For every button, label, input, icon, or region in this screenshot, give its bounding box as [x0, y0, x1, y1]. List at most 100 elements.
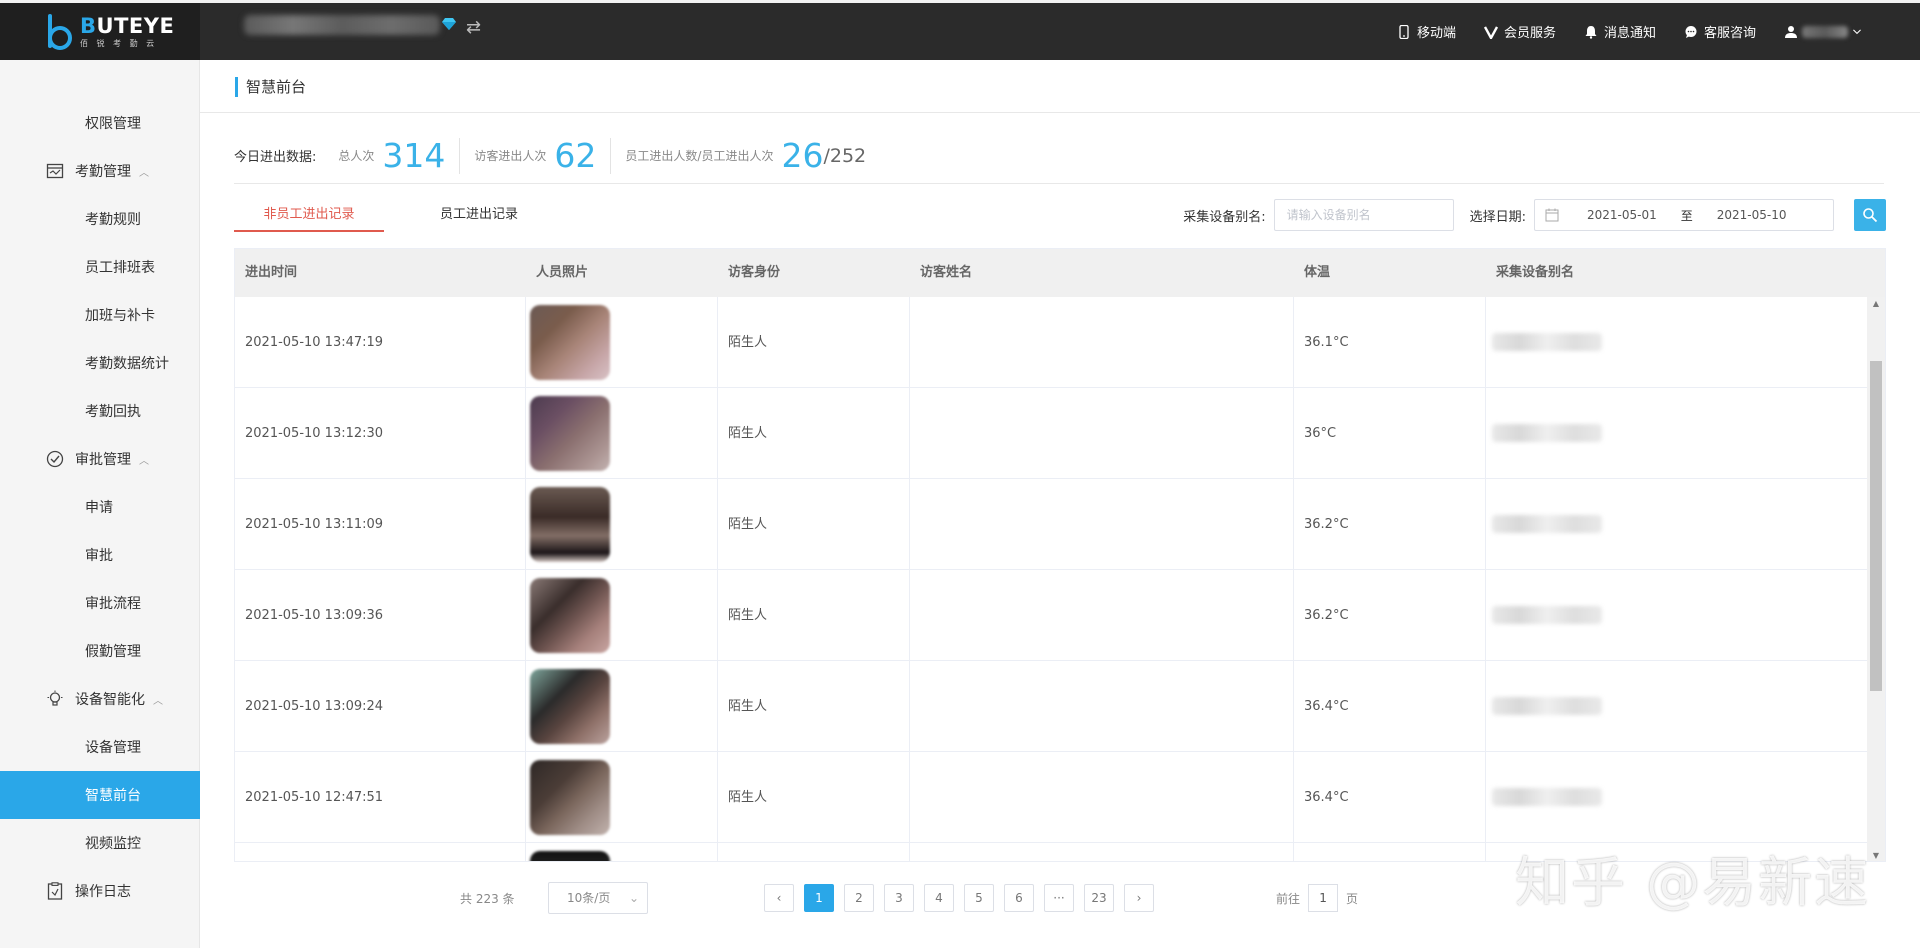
col-temperature: 体温 — [1304, 265, 1331, 280]
next-page-button[interactable]: › — [1124, 884, 1154, 912]
chevron-up-icon: ︿ — [153, 695, 163, 707]
prev-page-button[interactable]: ‹ — [764, 884, 794, 912]
sidebar-item-video-monitor[interactable]: 视频监控 — [0, 819, 200, 867]
goto-page-input[interactable]: 1 — [1308, 884, 1339, 912]
sidebar-item-device-management[interactable]: 设备管理 — [0, 723, 200, 771]
page-header: 智慧前台 — [200, 60, 1920, 113]
table-row[interactable]: 2021-05-10 13:47:19 陌生人 36.1°C — [235, 297, 1869, 388]
calendar-icon — [1545, 208, 1559, 222]
mobile-icon — [1399, 24, 1409, 39]
device-alias-redacted — [1492, 697, 1602, 715]
sidebar-group-logs[interactable]: 操作日志 — [0, 867, 200, 915]
page-button[interactable]: 4 — [924, 884, 954, 912]
sidebar-item-permissions[interactable]: 权限管理 — [0, 99, 200, 147]
device-alias-redacted — [1492, 515, 1602, 533]
table-scrollbar[interactable]: ▲ ▼ — [1867, 297, 1885, 861]
tab-staff-records[interactable]: 员工进出记录 — [404, 200, 554, 232]
stat-staff: 员工进出人数/员工进出人次 26/252 — [625, 136, 867, 175]
page-ellipsis-button[interactable]: ··· — [1044, 884, 1074, 912]
topnav-mobile[interactable]: 移动端 — [1397, 22, 1456, 41]
search-button[interactable] — [1854, 199, 1886, 231]
sidebar-group-approval[interactable]: 审批管理 ︿ — [0, 435, 200, 483]
scrollbar-thumb[interactable] — [1870, 361, 1882, 691]
sidebar-item-attendance-stats[interactable]: 考勤数据统计 — [0, 339, 200, 387]
sidebar-item-overtime[interactable]: 加班与补卡 — [0, 291, 200, 339]
user-menu[interactable] — [1784, 25, 1862, 39]
sidebar-item-smart-frontdesk[interactable]: 智慧前台 — [0, 771, 200, 819]
bell-icon — [1585, 25, 1597, 39]
username-redacted — [1802, 25, 1848, 38]
table-row[interactable]: 2021-05-10 13:11:09 陌生人 36.2°C — [235, 479, 1869, 570]
page-button[interactable]: 1 — [804, 884, 834, 912]
device-alias-redacted — [1492, 333, 1602, 351]
switch-company-icon[interactable]: ⇄ — [466, 19, 488, 37]
topnav-vip[interactable]: 会员服务 — [1483, 22, 1556, 41]
search-icon — [1863, 208, 1878, 223]
person-photo[interactable] — [530, 487, 610, 562]
table-row[interactable]: 2021-05-10 13:09:36 陌生人 36.2°C — [235, 570, 1869, 661]
date-start[interactable]: 2021-05-01 — [1587, 208, 1657, 222]
chevron-up-icon: ︿ — [139, 167, 149, 179]
check-circle-icon — [46, 450, 64, 468]
page-size-select[interactable]: 10条/页 ⌄ — [548, 882, 648, 914]
person-photo[interactable] — [530, 669, 610, 744]
date-label: 选择日期: — [1469, 209, 1526, 225]
vip-icon — [1483, 25, 1498, 39]
table-row[interactable]: 2021-05-10 12:47:51 陌生人 36.4°C — [235, 752, 1869, 843]
col-time[interactable]: 进出时间 — [235, 249, 526, 297]
top-bar: BUTEYE 佰 锐 考 勤 云 ⇄ 移动端 会员服务 消息通知 客服咨询 — [0, 0, 1920, 60]
chevron-up-icon: ︿ — [139, 455, 149, 467]
date-range-picker[interactable]: 2021-05-01 至 2021-05-10 — [1534, 199, 1834, 231]
company-name-redacted[interactable] — [244, 15, 440, 35]
filter-bar: 采集设备别名: 请输入设备别名 选择日期: 2021-05-01 至 2021-… — [1183, 199, 1886, 231]
table-body: 2021-05-10 13:47:19 陌生人 36.1°C 2021-05-1… — [235, 297, 1869, 861]
watermark: 知乎 @易新速 — [1515, 851, 1871, 914]
sidebar-item-leave[interactable]: 假勤管理 — [0, 627, 200, 675]
brand-tagline: 佰 锐 考 勤 云 — [80, 38, 158, 48]
topnav-support[interactable]: 客服咨询 — [1684, 22, 1756, 41]
page-button[interactable]: 5 — [964, 884, 994, 912]
sidebar-item-approval-flow[interactable]: 审批流程 — [0, 579, 200, 627]
sidebar-item-apply[interactable]: 申请 — [0, 483, 200, 531]
sidebar: 权限管理 考勤管理 ︿ 考勤规则 员工排班表 加班与补卡 考勤数据统计 考勤回执 … — [0, 60, 200, 948]
person-photo[interactable] — [530, 396, 610, 471]
page-button[interactable]: 23 — [1084, 884, 1114, 912]
app-root: BUTEYE 佰 锐 考 勤 云 ⇄ 移动端 会员服务 消息通知 客服咨询 权限… — [0, 0, 1920, 948]
logo-b-icon — [44, 12, 74, 52]
person-photo[interactable] — [530, 305, 610, 380]
page-title: 智慧前台 — [246, 78, 307, 96]
person-photo[interactable] — [530, 578, 610, 653]
date-end[interactable]: 2021-05-10 — [1717, 208, 1787, 222]
scroll-down-icon[interactable]: ▼ — [1871, 851, 1881, 860]
tab-non-staff-records[interactable]: 非员工进出记录 — [234, 200, 384, 232]
page-button[interactable]: 3 — [884, 884, 914, 912]
sidebar-group-device[interactable]: 设备智能化 ︿ — [0, 675, 200, 723]
sidebar-item-approve[interactable]: 审批 — [0, 531, 200, 579]
brand-logo[interactable]: BUTEYE 佰 锐 考 勤 云 — [0, 3, 200, 60]
table-header: 进出时间 人员照片 访客身份 访客姓名 体温 采集设备别名 — [235, 249, 1885, 297]
chat-icon — [1685, 25, 1697, 38]
col-name: 访客姓名 — [920, 265, 973, 280]
device-alias-redacted — [1492, 424, 1602, 442]
col-device: 采集设备别名 — [1496, 265, 1575, 280]
topnav-notifications[interactable]: 消息通知 — [1584, 22, 1656, 41]
goto-page: 前往 1 页 — [1276, 884, 1358, 912]
bulb-icon — [47, 690, 63, 706]
sidebar-item-attendance-receipt[interactable]: 考勤回执 — [0, 387, 200, 435]
page-button[interactable]: 6 — [1004, 884, 1034, 912]
table-row[interactable]: 2021-05-10 13:12:30 陌生人 36°C — [235, 388, 1869, 479]
sidebar-item-schedule[interactable]: 员工排班表 — [0, 243, 200, 291]
chevron-down-icon — [1853, 28, 1861, 34]
brand-name: BUTEYE — [80, 13, 175, 38]
person-photo[interactable] — [530, 851, 610, 861]
top-nav: 移动端 会员服务 消息通知 客服咨询 — [1397, 3, 1862, 60]
person-photo[interactable] — [530, 760, 610, 835]
stats-lead: 今日进出数据: — [234, 150, 317, 165]
sidebar-group-attendance[interactable]: 考勤管理 ︿ — [0, 147, 200, 195]
sidebar-item-attendance-rules[interactable]: 考勤规则 — [0, 195, 200, 243]
page-button[interactable]: 2 — [844, 884, 874, 912]
device-alias-input[interactable]: 请输入设备别名 — [1273, 199, 1454, 231]
scroll-up-icon[interactable]: ▲ — [1871, 299, 1881, 308]
stat-total: 总人次 314 — [338, 136, 461, 175]
table-row[interactable]: 2021-05-10 13:09:24 陌生人 36.4°C — [235, 661, 1869, 752]
